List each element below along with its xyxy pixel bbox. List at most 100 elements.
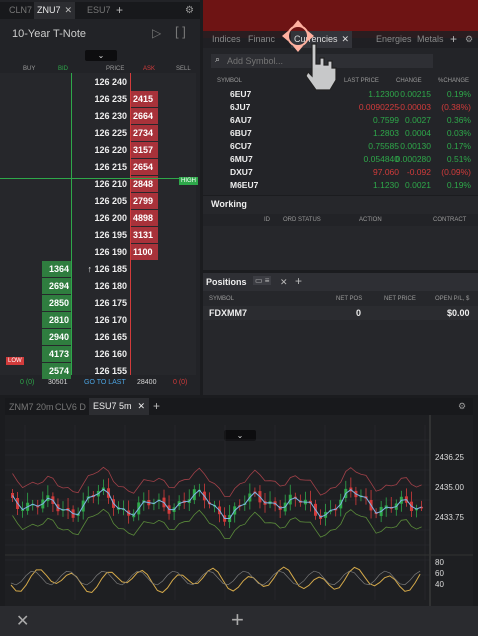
ladder-row[interactable]: 2810 126 170 bbox=[0, 311, 196, 329]
gear-icon[interactable]: ⚙ bbox=[458, 401, 466, 412]
bid-size[interactable]: 2850 bbox=[43, 294, 69, 312]
tab-esu7[interactable]: ESU7 5m ✕ bbox=[89, 398, 150, 415]
bid-size[interactable] bbox=[43, 209, 69, 227]
ladder-price[interactable]: 126 190 bbox=[72, 243, 127, 261]
ladder-price[interactable]: 126 175 bbox=[72, 294, 127, 312]
tab-znu7[interactable]: ZNU7 ✕ bbox=[34, 2, 76, 19]
ladder-row[interactable]: 126 235 2415 bbox=[0, 90, 196, 108]
ladder-row[interactable]: 126 195 3131 bbox=[0, 226, 196, 244]
bid-size[interactable]: 1364 bbox=[43, 260, 69, 278]
ladder-price[interactable]: 126 240 bbox=[72, 73, 127, 91]
bid-size[interactable]: 4173 bbox=[43, 345, 69, 363]
watchlist-row[interactable]: 6MU7 0.054840 0.000280 0.51% bbox=[203, 153, 471, 166]
collapse-toggle[interactable]: ⌄ bbox=[85, 50, 117, 61]
ask-size[interactable] bbox=[133, 277, 157, 295]
ladder-row[interactable]: 1364 ↑ 126 185 bbox=[0, 260, 196, 278]
ladder-price[interactable]: 126 170 bbox=[72, 311, 127, 329]
ask-size[interactable]: 2654 bbox=[133, 158, 157, 176]
ladder-price[interactable]: 126 165 bbox=[72, 328, 127, 346]
bid-size[interactable]: 2810 bbox=[43, 311, 69, 329]
bid-size[interactable] bbox=[43, 243, 69, 261]
ask-size[interactable]: 4898 bbox=[133, 209, 157, 227]
watchlist-row[interactable]: DXU7 97.060 -0.092 (0.09%) bbox=[203, 166, 471, 179]
ladder-price[interactable]: 126 225 bbox=[72, 124, 127, 142]
position-row[interactable]: FDXMM7 0 $0.00 bbox=[203, 306, 478, 320]
ask-size[interactable] bbox=[133, 345, 157, 363]
ask-size[interactable] bbox=[133, 311, 157, 329]
ladder-row[interactable]: 126 240 bbox=[0, 73, 196, 91]
watchlist-row[interactable]: 6BU7 1.2803 0.0004 0.03% bbox=[203, 127, 471, 140]
ladder-price[interactable]: 126 195 bbox=[72, 226, 127, 244]
tab-znm7[interactable]: ZNM7 20m bbox=[9, 402, 54, 412]
tab-cln7[interactable]: CLN7 bbox=[6, 2, 35, 19]
ladder-price[interactable]: 126 160 bbox=[72, 345, 127, 363]
bid-size[interactable] bbox=[43, 90, 69, 108]
ladder-row[interactable]: 126 205 2799 bbox=[0, 192, 196, 210]
add-tab-icon[interactable]: + bbox=[113, 2, 126, 19]
ask-size[interactable] bbox=[133, 294, 157, 312]
close-icon[interactable]: ✕ bbox=[16, 611, 29, 631]
close-icon[interactable]: ✕ bbox=[342, 34, 350, 44]
tab-energies[interactable]: Energies bbox=[376, 34, 412, 44]
ladder-price[interactable]: 126 200 bbox=[72, 209, 127, 227]
bid-size[interactable] bbox=[43, 107, 69, 125]
ladder-price[interactable]: 126 215 bbox=[72, 158, 127, 176]
play-icon[interactable]: ▷ bbox=[152, 26, 161, 40]
ask-size[interactable]: 2664 bbox=[133, 107, 157, 125]
ladder-row[interactable]: 126 200 4898 bbox=[0, 209, 196, 227]
price-chart[interactable]: 2436.25 2435.00 2433.75 80 60 40 bbox=[5, 415, 473, 606]
watchlist-row[interactable]: 6JU7 0.0090225 -0.00003 (0.38%) bbox=[203, 101, 471, 114]
watchlist-row[interactable]: M6EU7 1.1230 0.0021 0.19% bbox=[203, 179, 471, 192]
bid-size[interactable]: 2940 bbox=[43, 328, 69, 346]
add-tab-icon[interactable]: + bbox=[153, 399, 160, 413]
ladder-row[interactable]: 126 215 2654 bbox=[0, 158, 196, 176]
ask-size[interactable] bbox=[133, 73, 157, 91]
ladder-row[interactable]: 4173 126 160 bbox=[0, 345, 196, 363]
layout-icon[interactable]: ▭ ≡ bbox=[253, 276, 272, 285]
ask-size[interactable]: 3157 bbox=[133, 141, 157, 159]
close-icon[interactable]: ✕ bbox=[65, 5, 73, 15]
tab-esu7[interactable]: ESU7 bbox=[84, 2, 114, 19]
ladder-row[interactable]: 126 220 3157 bbox=[0, 141, 196, 159]
ladder-row[interactable]: 2940 126 165 bbox=[0, 328, 196, 346]
bid-size[interactable]: 2694 bbox=[43, 277, 69, 295]
ladder-row[interactable]: 126 230 2664 bbox=[0, 107, 196, 125]
bid-size[interactable] bbox=[43, 124, 69, 142]
ask-size[interactable] bbox=[133, 260, 157, 278]
bid-size[interactable] bbox=[43, 73, 69, 91]
add-tab-icon[interactable]: + bbox=[450, 32, 457, 46]
ladder-price[interactable]: 126 220 bbox=[72, 141, 127, 159]
ladder-price[interactable]: ↑ 126 185 bbox=[72, 260, 127, 278]
expand-icon[interactable]: [ ] bbox=[175, 24, 186, 39]
tab-indices[interactable]: Indices bbox=[212, 34, 241, 44]
ask-size[interactable]: 2415 bbox=[133, 90, 157, 108]
ladder-row[interactable]: 126 225 2734 bbox=[0, 124, 196, 142]
ask-size[interactable]: 2799 bbox=[133, 192, 157, 210]
add-icon[interactable]: + bbox=[231, 607, 244, 633]
ask-size[interactable]: 2734 bbox=[133, 124, 157, 142]
bid-size[interactable] bbox=[43, 158, 69, 176]
bid-size[interactable] bbox=[43, 226, 69, 244]
tab-financ[interactable]: Financ bbox=[248, 34, 275, 44]
ladder-row[interactable]: 2850 126 175 bbox=[0, 294, 196, 312]
bid-size[interactable] bbox=[43, 141, 69, 159]
ask-size[interactable]: 1100 bbox=[133, 243, 157, 261]
tab-clv6[interactable]: CLV6 D bbox=[55, 402, 86, 412]
watchlist-row[interactable]: 6CU7 0.75585 0.00130 0.17% bbox=[203, 140, 471, 153]
ladder-price[interactable]: 126 205 bbox=[72, 192, 127, 210]
ask-size[interactable] bbox=[133, 328, 157, 346]
ladder-row[interactable]: 126 190 1100 bbox=[0, 243, 196, 261]
tab-metals[interactable]: Metals bbox=[417, 34, 444, 44]
ask-size[interactable]: 3131 bbox=[133, 226, 157, 244]
close-icon[interactable]: ✕ bbox=[280, 277, 288, 288]
go-to-last-button[interactable]: GO TO LAST bbox=[84, 379, 126, 386]
add-tab-icon[interactable]: + bbox=[295, 274, 302, 288]
watchlist-row[interactable]: 6AU7 0.7599 0.0027 0.36% bbox=[203, 114, 471, 127]
gear-icon[interactable]: ⚙ bbox=[465, 34, 473, 45]
bid-size[interactable] bbox=[43, 192, 69, 210]
ladder-price[interactable]: 126 180 bbox=[72, 277, 127, 295]
close-icon[interactable]: ✕ bbox=[138, 401, 146, 411]
ladder-price[interactable]: 126 235 bbox=[72, 90, 127, 108]
ladder-row[interactable]: 2694 126 180 bbox=[0, 277, 196, 295]
gear-icon[interactable]: ⚙ bbox=[185, 5, 194, 16]
